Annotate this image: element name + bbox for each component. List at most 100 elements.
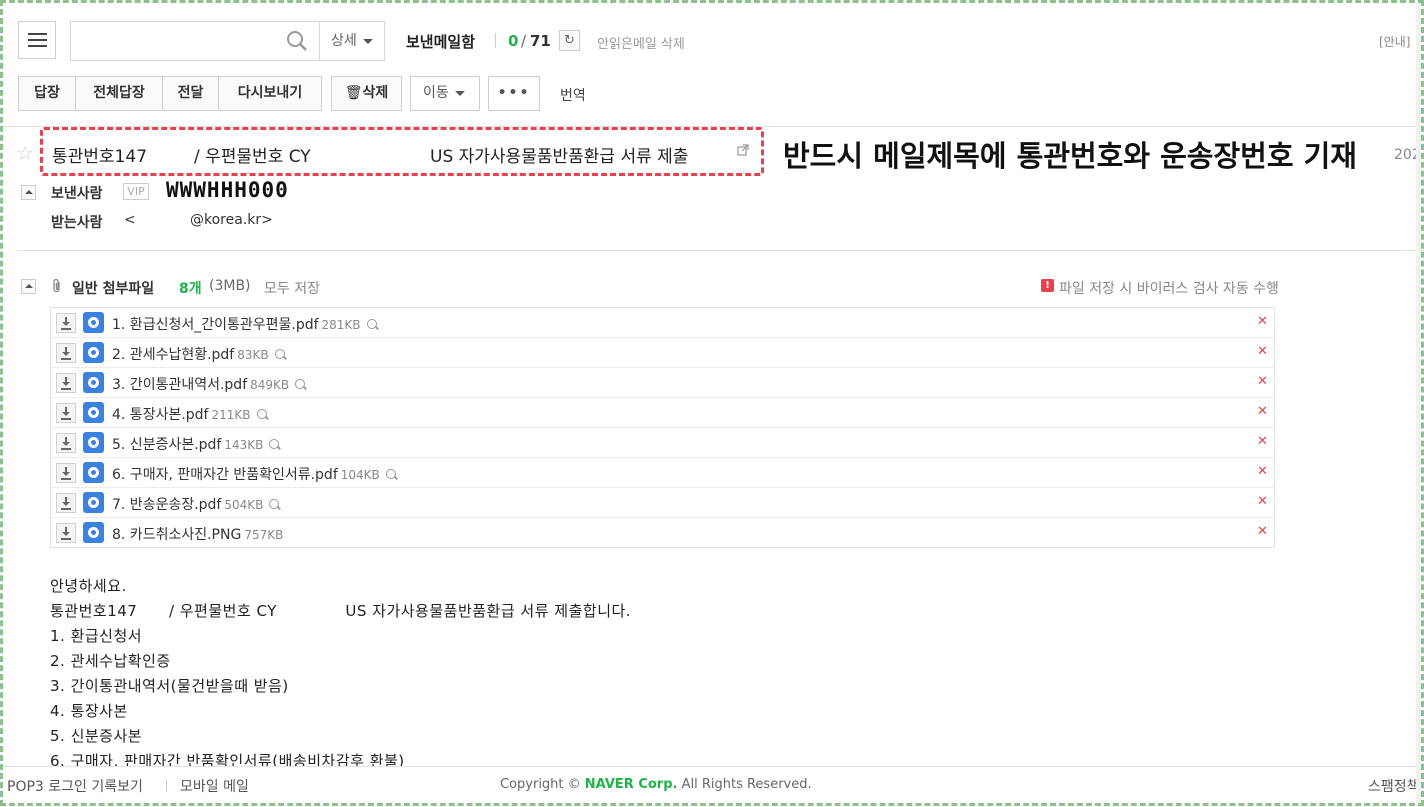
copyright-brand: NAVER Corp. bbox=[584, 777, 678, 792]
download-icon[interactable] bbox=[56, 523, 76, 543]
attachment-name[interactable]: 5. 신분증사본.pdf 143KB bbox=[112, 434, 280, 454]
preview-icon[interactable] bbox=[295, 379, 306, 389]
file-size: 211KB bbox=[211, 408, 251, 422]
body-line: 통관번호147 / 우편물번호 CY US 자가사용물품반품환급 서류 제출합니… bbox=[50, 602, 632, 620]
subject-postal-number: / 우편물번호 CY bbox=[194, 147, 311, 167]
open-external-icon[interactable] bbox=[737, 144, 749, 156]
attachments-label: 일반 첨부파일 bbox=[72, 281, 155, 297]
resend-button[interactable]: 다시보내기 bbox=[218, 76, 322, 111]
more-button[interactable]: ••• bbox=[488, 76, 540, 111]
sender-name[interactable]: WWWHHH000 bbox=[166, 178, 289, 202]
forward-button[interactable]: 전달 bbox=[162, 76, 219, 111]
mobile-mail-link[interactable]: 모바일 메일 bbox=[180, 776, 249, 796]
pop3-log-link[interactable]: POP3 로그인 기록보기 bbox=[7, 776, 143, 796]
mybox-save-icon[interactable] bbox=[83, 342, 104, 363]
virus-scan-notice: 파일 저장 시 바이러스 검사 자동 수행 bbox=[1059, 281, 1279, 297]
vip-badge[interactable]: VIP bbox=[123, 183, 149, 200]
preview-icon[interactable] bbox=[385, 469, 396, 479]
translate-button[interactable]: 번역 bbox=[560, 85, 586, 105]
attachment-row: 4. 통장사본.pdf 211KB ✕ bbox=[51, 398, 1274, 428]
download-icon[interactable] bbox=[56, 343, 76, 363]
copyright-suffix: All Rights Reserved. bbox=[677, 777, 812, 792]
remove-icon[interactable]: ✕ bbox=[1257, 494, 1268, 509]
download-icon[interactable] bbox=[56, 403, 76, 423]
file-name: 6. 구매자, 판매자간 반품확인서류.pdf bbox=[112, 467, 338, 483]
annotation-text: 반드시 메일제목에 통관번호와 운송장번호 기재 bbox=[783, 139, 1357, 173]
attachment-row: 5. 신분증사본.pdf 143KB ✕ bbox=[51, 428, 1274, 458]
attachment-name[interactable]: 8. 카드취소사진.PNG 757KB bbox=[112, 524, 283, 544]
download-icon[interactable] bbox=[56, 313, 76, 333]
delete-unread-link[interactable]: 안읽은메일 삭제 bbox=[597, 33, 685, 52]
download-icon[interactable] bbox=[56, 463, 76, 483]
collapse-toggle[interactable] bbox=[21, 185, 36, 200]
recipient-prefix: < bbox=[124, 212, 136, 228]
attachment-name[interactable]: 6. 구매자, 판매자간 반품확인서류.pdf 104KB bbox=[112, 464, 396, 484]
search-icon[interactable] bbox=[286, 30, 308, 52]
guide-link[interactable]: [안내] bbox=[1379, 33, 1410, 50]
subject-title: US 자가사용물품반품환급 서류 제출 bbox=[430, 147, 689, 167]
preview-icon[interactable] bbox=[274, 349, 285, 359]
delete-label: 삭제 bbox=[362, 85, 389, 101]
remove-icon[interactable]: ✕ bbox=[1257, 524, 1268, 539]
file-name: 8. 카드취소사진.PNG bbox=[112, 527, 242, 543]
mybox-save-icon[interactable] bbox=[83, 402, 104, 423]
divider bbox=[166, 779, 167, 792]
remove-icon[interactable]: ✕ bbox=[1257, 464, 1268, 479]
search-input[interactable] bbox=[70, 21, 320, 61]
reply-button[interactable]: 답장 bbox=[18, 76, 76, 111]
body-line: 4. 통장사본 bbox=[50, 702, 128, 720]
file-name: 4. 통장사본.pdf bbox=[112, 407, 209, 423]
remove-icon[interactable]: ✕ bbox=[1257, 404, 1268, 419]
save-all-button[interactable]: 모두 저장 bbox=[264, 278, 320, 298]
remove-icon[interactable]: ✕ bbox=[1257, 344, 1268, 359]
file-name: 2. 관세수납현황.pdf bbox=[112, 347, 235, 363]
download-icon[interactable] bbox=[56, 493, 76, 513]
attachment-list: 1. 환급신청서_간이통관우편물.pdf 281KB ✕ 2. 관세수납현황.pd… bbox=[50, 307, 1275, 548]
attachment-name[interactable]: 4. 통장사본.pdf 211KB bbox=[112, 404, 267, 424]
remove-icon[interactable]: ✕ bbox=[1257, 374, 1268, 389]
file-name: 5. 신분증사본.pdf bbox=[112, 437, 222, 453]
file-size: 143KB bbox=[224, 438, 264, 452]
remove-icon[interactable]: ✕ bbox=[1257, 314, 1268, 329]
preview-icon[interactable] bbox=[269, 499, 280, 509]
attachment-name[interactable]: 3. 간이통관내역서.pdf 849KB bbox=[112, 374, 306, 394]
move-button[interactable]: 이동 bbox=[410, 76, 480, 111]
delete-button[interactable]: 🗑삭제 bbox=[331, 76, 402, 111]
sender-label: 보낸사람 bbox=[51, 186, 103, 202]
attachment-name[interactable]: 2. 관세수납현황.pdf 83KB bbox=[112, 344, 285, 364]
mybox-save-icon[interactable] bbox=[83, 372, 104, 393]
attachment-name[interactable]: 1. 환급신청서_간이통관우편물.pdf 281KB bbox=[112, 314, 377, 334]
scrollbar[interactable] bbox=[1416, 3, 1421, 803]
subject-customs-number: 통관번호147 bbox=[52, 147, 148, 167]
star-icon[interactable]: ☆ bbox=[16, 141, 34, 165]
refresh-button[interactable]: ↻ bbox=[559, 30, 580, 51]
preview-icon[interactable] bbox=[366, 319, 377, 329]
copyright-prefix: Copyright © bbox=[500, 777, 585, 792]
attachment-row: 8. 카드취소사진.PNG 757KB ✕ bbox=[51, 518, 1274, 548]
menu-button[interactable] bbox=[18, 21, 56, 59]
refresh-icon: ↻ bbox=[564, 33, 575, 48]
mybox-save-icon[interactable] bbox=[83, 312, 104, 333]
total-count[interactable]: 71 bbox=[530, 32, 551, 50]
download-icon[interactable] bbox=[56, 433, 76, 453]
download-icon[interactable] bbox=[56, 373, 76, 393]
spam-policy-link[interactable]: 스팸정책 bbox=[1368, 776, 1420, 796]
unread-count[interactable]: 0 bbox=[508, 32, 518, 50]
file-size: 757KB bbox=[244, 528, 284, 542]
preview-icon[interactable] bbox=[256, 409, 267, 419]
mybox-save-icon[interactable] bbox=[83, 432, 104, 453]
recipient-email[interactable]: @korea.kr> bbox=[190, 212, 273, 228]
attachment-row: 1. 환급신청서_간이통관우편물.pdf 281KB ✕ bbox=[51, 308, 1274, 338]
body-line: 안녕하세요. bbox=[50, 577, 127, 595]
divider bbox=[495, 33, 496, 48]
mybox-save-icon[interactable] bbox=[83, 522, 104, 543]
mybox-save-icon[interactable] bbox=[83, 462, 104, 483]
attachments-toggle[interactable] bbox=[21, 279, 36, 294]
attachment-name[interactable]: 7. 반송운송장.pdf 504KB bbox=[112, 494, 280, 514]
remove-icon[interactable]: ✕ bbox=[1257, 434, 1268, 449]
mybox-save-icon[interactable] bbox=[83, 492, 104, 513]
reply-all-button[interactable]: 전체답장 bbox=[75, 76, 163, 111]
preview-icon[interactable] bbox=[269, 439, 280, 449]
file-name: 1. 환급신청서_간이통관우편물.pdf bbox=[112, 317, 319, 333]
detail-search-button[interactable]: 상세 bbox=[319, 21, 385, 61]
